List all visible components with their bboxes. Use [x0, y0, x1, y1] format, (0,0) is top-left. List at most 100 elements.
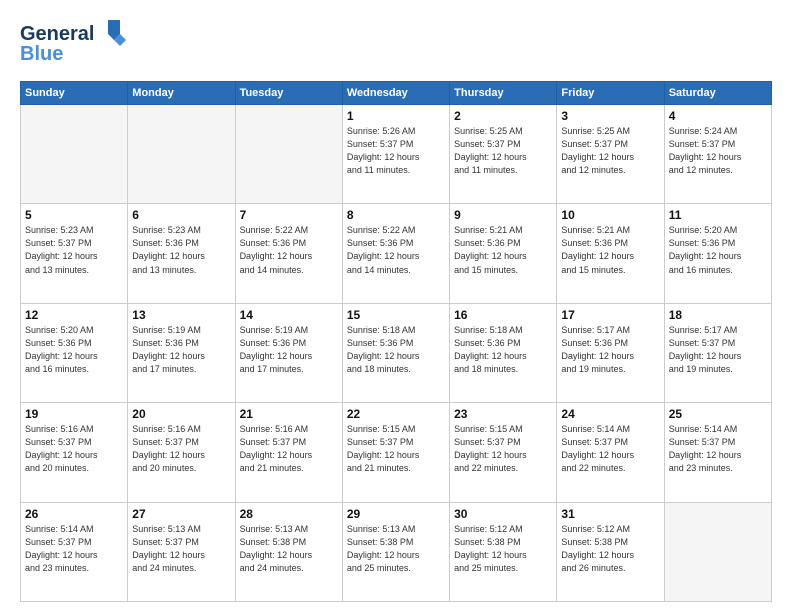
- day-number: 30: [454, 507, 552, 521]
- day-number: 5: [25, 208, 123, 222]
- day-number: 11: [669, 208, 767, 222]
- calendar-cell: [664, 502, 771, 601]
- day-info: Sunrise: 5:20 AM Sunset: 5:36 PM Dayligh…: [25, 324, 123, 376]
- calendar-cell: 23Sunrise: 5:15 AM Sunset: 5:37 PM Dayli…: [450, 403, 557, 502]
- day-info: Sunrise: 5:14 AM Sunset: 5:37 PM Dayligh…: [669, 423, 767, 475]
- day-number: 9: [454, 208, 552, 222]
- day-info: Sunrise: 5:25 AM Sunset: 5:37 PM Dayligh…: [454, 125, 552, 177]
- weekday-header: Monday: [128, 82, 235, 105]
- day-info: Sunrise: 5:22 AM Sunset: 5:36 PM Dayligh…: [240, 224, 338, 276]
- calendar-cell: 8 Sunrise: 5:22 AM Sunset: 5:36 PM Daylig…: [342, 204, 449, 303]
- day-info: Sunrise: 5:26 AM Sunset: 5:37 PM Dayligh…: [347, 125, 445, 177]
- day-info: Sunrise: 5:12 AM Sunset: 5:38 PM Dayligh…: [561, 523, 659, 575]
- calendar-cell: 15 Sunrise: 5:18 AM Sunset: 5:36 PM Dayli…: [342, 303, 449, 402]
- day-number: 31: [561, 507, 659, 521]
- calendar-week-row: 19 Sunrise: 5:16 AM Sunset: 5:37 PM Dayli…: [21, 403, 772, 502]
- calendar-cell: 20Sunrise: 5:16 AM Sunset: 5:37 PM Dayli…: [128, 403, 235, 502]
- calendar-week-row: 26 Sunrise: 5:14 AM Sunset: 5:37 PM Dayli…: [21, 502, 772, 601]
- calendar-cell: 21 Sunrise: 5:16 AM Sunset: 5:37 PM Dayli…: [235, 403, 342, 502]
- calendar-cell: 12Sunrise: 5:20 AM Sunset: 5:36 PM Dayli…: [21, 303, 128, 402]
- calendar-cell: 2 Sunrise: 5:25 AM Sunset: 5:37 PM Daylig…: [450, 105, 557, 204]
- day-info: Sunrise: 5:13 AM Sunset: 5:37 PM Dayligh…: [132, 523, 230, 575]
- day-number: 8: [347, 208, 445, 222]
- day-info: Sunrise: 5:21 AM Sunset: 5:36 PM Dayligh…: [454, 224, 552, 276]
- day-info: Sunrise: 5:17 AM Sunset: 5:36 PM Dayligh…: [561, 324, 659, 376]
- day-number: 23: [454, 407, 552, 421]
- day-info: Sunrise: 5:24 AM Sunset: 5:37 PM Dayligh…: [669, 125, 767, 177]
- calendar-cell: 18 Sunrise: 5:17 AM Sunset: 5:37 PM Dayli…: [664, 303, 771, 402]
- day-info: Sunrise: 5:19 AM Sunset: 5:36 PM Dayligh…: [132, 324, 230, 376]
- weekday-header: Wednesday: [342, 82, 449, 105]
- calendar-cell: [128, 105, 235, 204]
- day-number: 19: [25, 407, 123, 421]
- calendar-cell: 31 Sunrise: 5:12 AM Sunset: 5:38 PM Dayli…: [557, 502, 664, 601]
- day-number: 1: [347, 109, 445, 123]
- day-number: 10: [561, 208, 659, 222]
- day-number: 4: [669, 109, 767, 123]
- day-number: 25: [669, 407, 767, 421]
- day-number: 20: [132, 407, 230, 421]
- day-info: Sunrise: 5:20 AM Sunset: 5:36 PM Dayligh…: [669, 224, 767, 276]
- calendar-cell: 24 Sunrise: 5:14 AM Sunset: 5:37 PM Dayli…: [557, 403, 664, 502]
- day-info: Sunrise: 5:14 AM Sunset: 5:37 PM Dayligh…: [25, 523, 123, 575]
- day-info: Sunrise: 5:14 AM Sunset: 5:37 PM Dayligh…: [561, 423, 659, 475]
- day-info: Sunrise: 5:16 AM Sunset: 5:37 PM Dayligh…: [25, 423, 123, 475]
- day-number: 2: [454, 109, 552, 123]
- day-number: 16: [454, 308, 552, 322]
- day-info: Sunrise: 5:13 AM Sunset: 5:38 PM Dayligh…: [240, 523, 338, 575]
- weekday-header: Saturday: [664, 82, 771, 105]
- day-info: Sunrise: 5:23 AM Sunset: 5:37 PM Dayligh…: [25, 224, 123, 276]
- day-info: Sunrise: 5:21 AM Sunset: 5:36 PM Dayligh…: [561, 224, 659, 276]
- day-info: Sunrise: 5:15 AM Sunset: 5:37 PM Dayligh…: [347, 423, 445, 475]
- calendar-cell: 5 Sunrise: 5:23 AM Sunset: 5:37 PM Daylig…: [21, 204, 128, 303]
- day-number: 21: [240, 407, 338, 421]
- day-number: 24: [561, 407, 659, 421]
- day-info: Sunrise: 5:18 AM Sunset: 5:36 PM Dayligh…: [347, 324, 445, 376]
- day-number: 15: [347, 308, 445, 322]
- page: General Blue SundayMondayTuesdayWednesda…: [0, 0, 792, 612]
- day-info: Sunrise: 5:17 AM Sunset: 5:37 PM Dayligh…: [669, 324, 767, 376]
- calendar-cell: 22 Sunrise: 5:15 AM Sunset: 5:37 PM Dayli…: [342, 403, 449, 502]
- svg-text:General: General: [20, 23, 94, 45]
- weekday-header: Sunday: [21, 82, 128, 105]
- calendar-week-row: 5 Sunrise: 5:23 AM Sunset: 5:37 PM Daylig…: [21, 204, 772, 303]
- day-number: 22: [347, 407, 445, 421]
- weekday-header: Friday: [557, 82, 664, 105]
- day-info: Sunrise: 5:19 AM Sunset: 5:36 PM Dayligh…: [240, 324, 338, 376]
- day-info: Sunrise: 5:13 AM Sunset: 5:38 PM Dayligh…: [347, 523, 445, 575]
- calendar-cell: 19 Sunrise: 5:16 AM Sunset: 5:37 PM Dayli…: [21, 403, 128, 502]
- calendar-cell: 26 Sunrise: 5:14 AM Sunset: 5:37 PM Dayli…: [21, 502, 128, 601]
- day-info: Sunrise: 5:22 AM Sunset: 5:36 PM Dayligh…: [347, 224, 445, 276]
- calendar-cell: 16 Sunrise: 5:18 AM Sunset: 5:36 PM Dayli…: [450, 303, 557, 402]
- svg-text:Blue: Blue: [20, 43, 63, 65]
- calendar-cell: 6Sunrise: 5:23 AM Sunset: 5:36 PM Daylig…: [128, 204, 235, 303]
- day-number: 26: [25, 507, 123, 521]
- weekday-header: Thursday: [450, 82, 557, 105]
- calendar-cell: 11 Sunrise: 5:20 AM Sunset: 5:36 PM Dayli…: [664, 204, 771, 303]
- logo-svg: General Blue: [20, 18, 135, 66]
- calendar-cell: 25 Sunrise: 5:14 AM Sunset: 5:37 PM Dayli…: [664, 403, 771, 502]
- calendar-cell: 27Sunrise: 5:13 AM Sunset: 5:37 PM Dayli…: [128, 502, 235, 601]
- calendar-cell: 9 Sunrise: 5:21 AM Sunset: 5:36 PM Daylig…: [450, 204, 557, 303]
- calendar-cell: [21, 105, 128, 204]
- weekday-header: Tuesday: [235, 82, 342, 105]
- day-number: 14: [240, 308, 338, 322]
- calendar-cell: 13Sunrise: 5:19 AM Sunset: 5:36 PM Dayli…: [128, 303, 235, 402]
- day-info: Sunrise: 5:18 AM Sunset: 5:36 PM Dayligh…: [454, 324, 552, 376]
- calendar-week-row: 1 Sunrise: 5:26 AM Sunset: 5:37 PM Daylig…: [21, 105, 772, 204]
- day-number: 17: [561, 308, 659, 322]
- calendar-week-row: 12Sunrise: 5:20 AM Sunset: 5:36 PM Dayli…: [21, 303, 772, 402]
- header: General Blue: [20, 18, 772, 71]
- calendar-cell: 17 Sunrise: 5:17 AM Sunset: 5:36 PM Dayli…: [557, 303, 664, 402]
- day-number: 3: [561, 109, 659, 123]
- day-number: 7: [240, 208, 338, 222]
- calendar-cell: 1 Sunrise: 5:26 AM Sunset: 5:37 PM Daylig…: [342, 105, 449, 204]
- calendar-cell: 10 Sunrise: 5:21 AM Sunset: 5:36 PM Dayli…: [557, 204, 664, 303]
- calendar-cell: 29Sunrise: 5:13 AM Sunset: 5:38 PM Dayli…: [342, 502, 449, 601]
- day-number: 18: [669, 308, 767, 322]
- calendar-cell: 3 Sunrise: 5:25 AM Sunset: 5:37 PM Daylig…: [557, 105, 664, 204]
- calendar-cell: 28Sunrise: 5:13 AM Sunset: 5:38 PM Dayli…: [235, 502, 342, 601]
- day-info: Sunrise: 5:16 AM Sunset: 5:37 PM Dayligh…: [240, 423, 338, 475]
- day-info: Sunrise: 5:25 AM Sunset: 5:37 PM Dayligh…: [561, 125, 659, 177]
- calendar-cell: [235, 105, 342, 204]
